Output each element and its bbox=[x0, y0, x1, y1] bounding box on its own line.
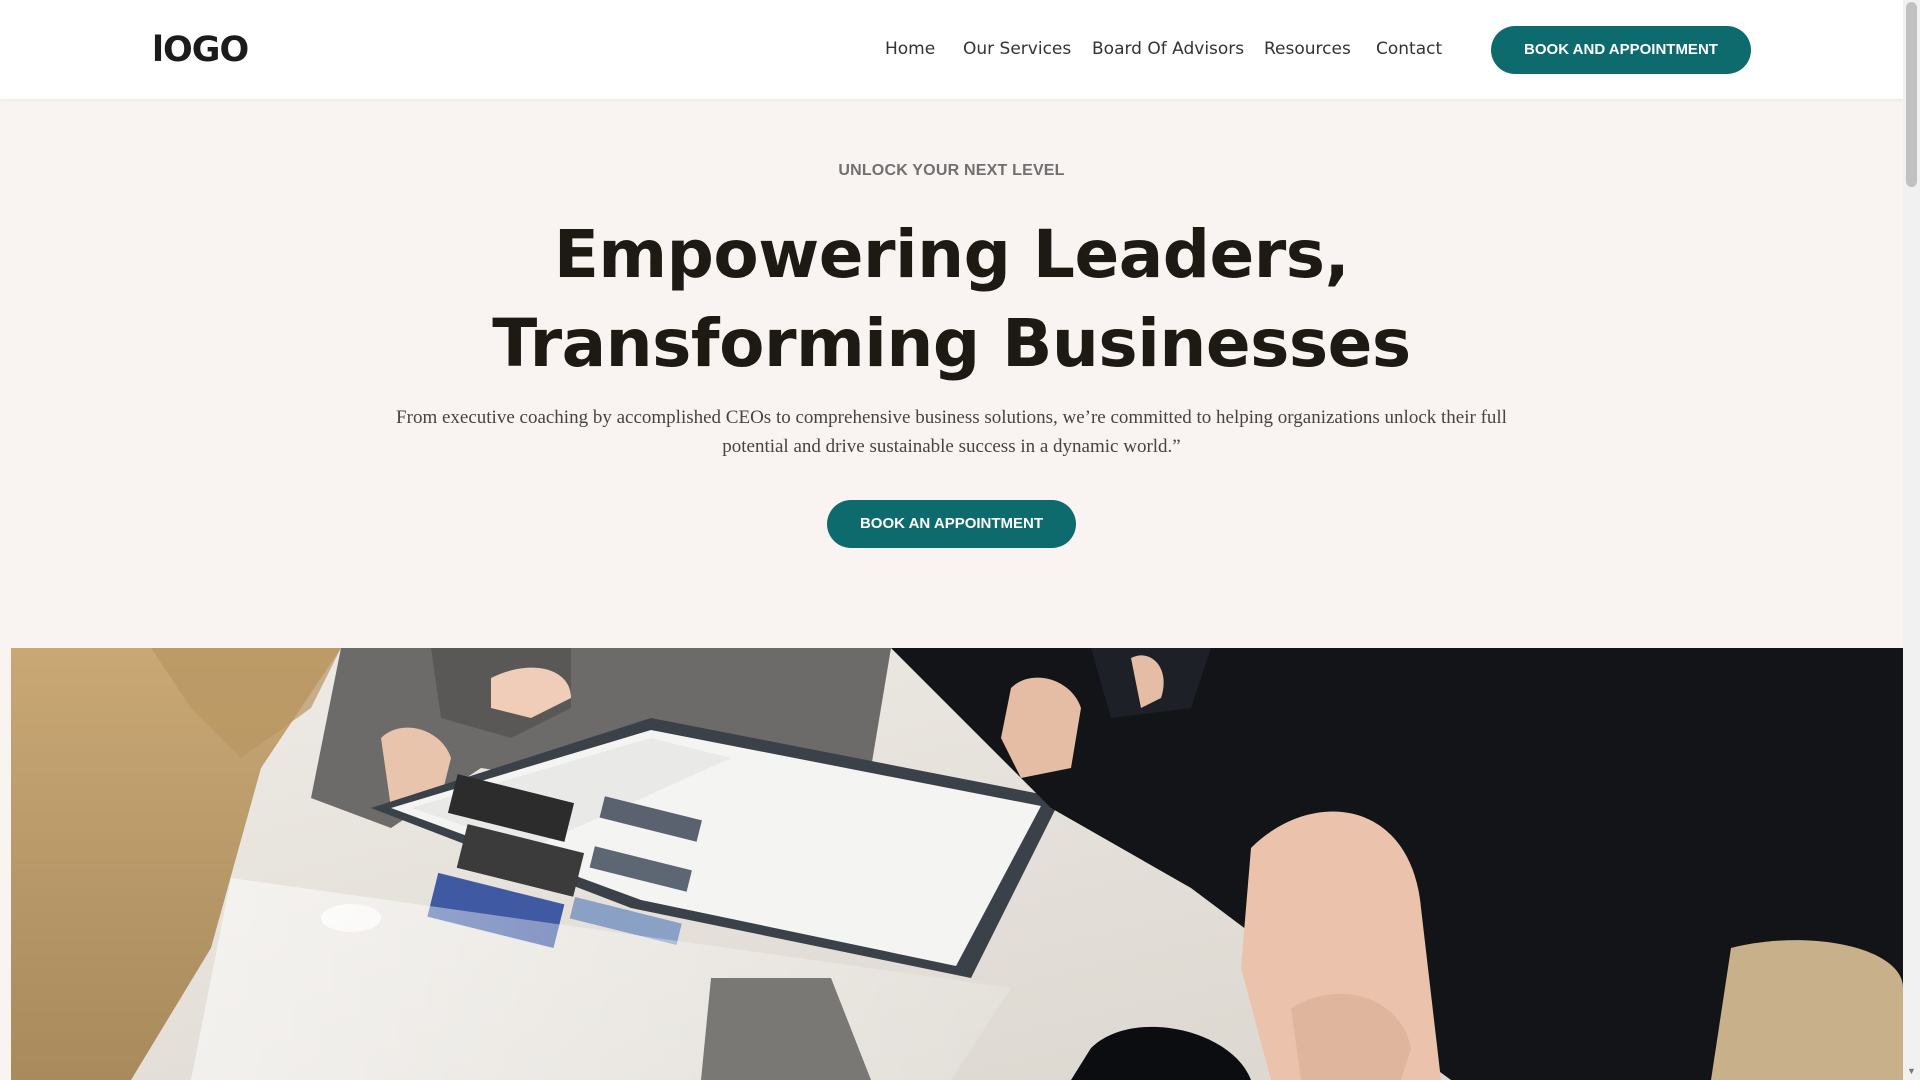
scrollbar-thumb[interactable] bbox=[1906, 2, 1917, 187]
site-header: lOGO Home Our Services Board Of Advisors… bbox=[0, 0, 1903, 99]
hero-eyebrow: UNLOCK YOUR NEXT LEVEL bbox=[838, 162, 1065, 179]
hero-headline-line-2: Transforming Businesses bbox=[492, 305, 1411, 382]
book-appointment-hero-button[interactable]: BOOK AN APPOINTMENT bbox=[827, 500, 1076, 548]
hero-headline-line-1: Empowering Leaders, bbox=[553, 216, 1350, 293]
hero-image bbox=[11, 648, 1903, 1080]
business-meeting-photo bbox=[11, 648, 1903, 1080]
book-appointment-header-button[interactable]: BOOK AND APPOINTMENT bbox=[1491, 26, 1751, 74]
hero-description: From executive coaching by accomplished … bbox=[396, 407, 1507, 457]
hero-headline: Empowering Leaders, Transforming Busines… bbox=[0, 210, 1903, 388]
chevron-down-icon[interactable]: ▼ bbox=[1903, 1063, 1920, 1080]
nav-board-of-advisors[interactable]: Board Of Advisors bbox=[1092, 37, 1244, 61]
nav-contact[interactable]: Contact bbox=[1376, 37, 1442, 61]
vertical-scrollbar[interactable]: ▼ bbox=[1903, 0, 1920, 1080]
nav-home[interactable]: Home bbox=[885, 37, 935, 61]
nav-resources[interactable]: Resources bbox=[1264, 37, 1351, 61]
nav-our-services[interactable]: Our Services bbox=[963, 37, 1071, 61]
